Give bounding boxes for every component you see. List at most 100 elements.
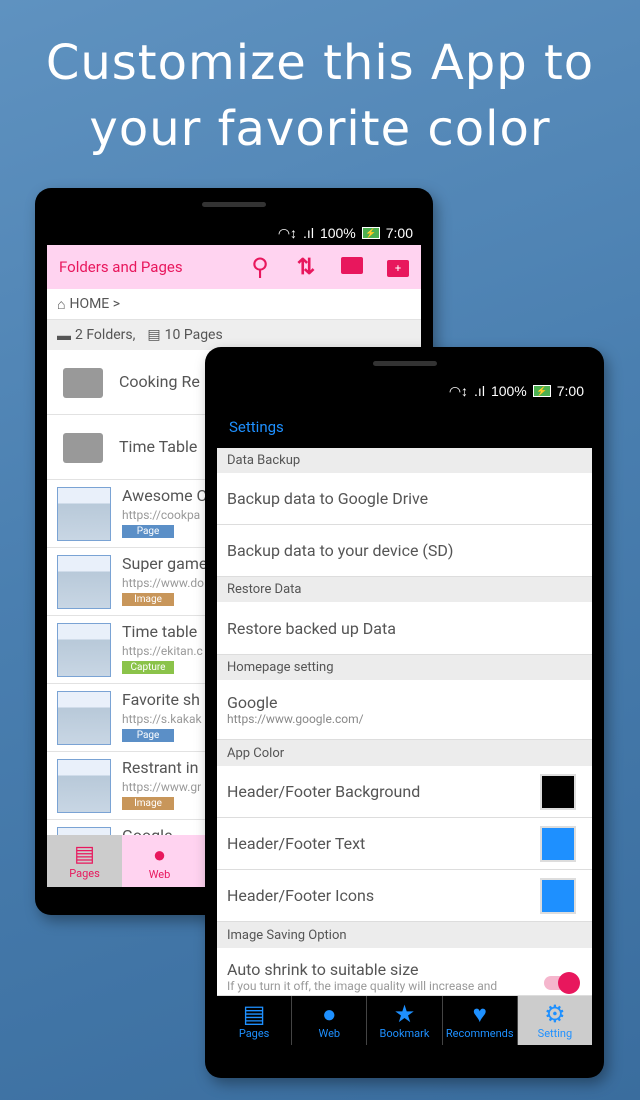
page-url: https://cookpa — [122, 508, 201, 522]
item-label: Backup data to your device (SD) — [227, 541, 454, 560]
nav-pages[interactable]: ▤ Pages — [217, 996, 293, 1045]
nav-label: Bookmark — [379, 1027, 430, 1040]
folder-icon — [63, 368, 103, 398]
nav-web[interactable]: ● Web — [122, 835, 197, 887]
battery-icon: ⚡ — [361, 227, 380, 239]
nav-web[interactable]: ● Web — [292, 996, 368, 1045]
page-title: Awesome C — [122, 486, 207, 505]
status-bar: ◠↕ .ıl 100% ⚡ 7:00 — [217, 378, 592, 404]
page-count: 10 Pages — [164, 327, 223, 343]
pages-icon: ▤ — [242, 1000, 266, 1028]
page-url: https://s.kakak — [122, 712, 202, 726]
screen-settings: ◠↕ .ıl 100% ⚡ 7:00 Settings Data Backup … — [217, 378, 592, 1045]
battery-percent: 100% — [490, 383, 527, 399]
page-thumbnail — [57, 691, 111, 745]
nav-pages[interactable]: ▤ Pages — [47, 835, 122, 887]
sort-icon[interactable]: ⇅ — [283, 255, 329, 280]
auto-shrink-setting[interactable]: Auto shrink to suitable size If you turn… — [217, 948, 592, 996]
nav-setting[interactable]: ⚙ Setting — [517, 996, 592, 1045]
item-label: Header/Footer Icons — [227, 886, 375, 905]
section-homepage: Homepage setting — [217, 655, 592, 680]
color-swatch[interactable] — [540, 773, 576, 810]
breadcrumb-text: HOME > — [69, 296, 121, 312]
header-footer-icons[interactable]: Header/Footer Icons — [217, 870, 592, 922]
nav-recommends[interactable]: ♥ Recommends — [443, 996, 518, 1045]
section-restore: Restore Data — [217, 577, 592, 602]
page-url: https://www.gr — [122, 780, 202, 794]
battery-icon: ⚡ — [532, 385, 551, 397]
page-thumbnail — [57, 623, 111, 677]
color-swatch[interactable] — [540, 877, 576, 914]
header-title: Folders and Pages — [59, 258, 183, 276]
nav-label: Web — [148, 867, 171, 881]
nav-label: Setting — [537, 1027, 573, 1040]
globe-icon: ● — [152, 842, 167, 868]
speaker — [202, 202, 266, 207]
search-icon[interactable]: ⚲ — [237, 253, 283, 281]
color-swatch[interactable] — [540, 825, 576, 862]
page-type-tag: Image — [122, 797, 174, 810]
page-title: Super game — [122, 554, 208, 573]
home-icon: ⌂ — [57, 296, 66, 313]
page-type-tag: Page — [122, 525, 174, 538]
header-footer-text[interactable]: Header/Footer Text — [217, 818, 592, 870]
page-title: Restrant in — [122, 758, 199, 777]
pages-icon: ▤ — [74, 842, 95, 867]
folder-count: 2 Folders, — [75, 327, 136, 343]
page-thumbnail — [57, 487, 111, 541]
nav-label: Pages — [238, 1027, 270, 1040]
headline-line1: Customize this App to — [45, 35, 595, 91]
folder-list-icon[interactable] — [329, 256, 375, 278]
battery-percent: 100% — [319, 225, 356, 241]
auto-shrink-toggle[interactable] — [544, 972, 580, 994]
headline-line2: your favorite color — [89, 101, 551, 157]
item-label: Header/Footer Text — [227, 834, 366, 853]
folder-add-icon[interactable]: + — [375, 257, 421, 277]
speaker — [372, 361, 437, 366]
folder-name: Time Table — [119, 437, 198, 456]
section-data-backup: Data Backup — [217, 448, 592, 473]
nav-label: Pages — [69, 867, 100, 880]
page-type-tag: Image — [122, 593, 174, 606]
clock: 7:00 — [385, 225, 413, 241]
backup-google-drive[interactable]: Backup data to Google Drive — [217, 473, 592, 525]
item-label: Restore backed up Data — [227, 618, 396, 638]
restore-data[interactable]: Restore backed up Data — [217, 602, 592, 655]
homepage-setting[interactable]: Google https://www.google.com/ — [217, 680, 592, 740]
heart-icon: ♥ — [472, 1000, 487, 1028]
breadcrumb[interactable]: ⌂ HOME > — [47, 289, 421, 320]
wifi-icon: ◠↕ — [277, 224, 298, 241]
homepage-url: https://www.google.com/ — [227, 712, 364, 726]
nav-label: Web — [318, 1027, 341, 1040]
nav-label: Recommends — [445, 1027, 514, 1040]
page-title: Favorite sh — [122, 690, 200, 709]
signal-icon: .ıl — [303, 225, 314, 241]
section-image-saving: Image Saving Option — [217, 922, 592, 948]
page-thumbnail — [57, 555, 111, 609]
item-label: Backup data to Google Drive — [227, 489, 429, 508]
header-title: Settings — [229, 417, 284, 436]
signal-icon: .ıl — [474, 383, 485, 399]
nav-bookmark[interactable]: ★ Bookmark — [367, 996, 443, 1045]
folder-icon: ▬ — [57, 327, 71, 344]
globe-icon: ● — [322, 1000, 337, 1028]
page-icon: ▤ — [147, 327, 161, 343]
section-app-color: App Color — [217, 740, 592, 766]
status-bar: ◠↕ .ıl 100% ⚡ 7:00 — [47, 220, 421, 246]
folder-name: Cooking Re — [119, 372, 200, 391]
page-url: https://www.do — [122, 576, 204, 590]
clock: 7:00 — [556, 383, 584, 399]
page-title: Time table — [122, 622, 198, 641]
item-description: If you turn it off, the image quality wi… — [227, 979, 498, 993]
star-icon: ★ — [393, 1000, 416, 1028]
page-type-tag: Capture — [122, 661, 174, 674]
header-footer-background[interactable]: Header/Footer Background — [217, 766, 592, 818]
page-type-tag: Page — [122, 729, 174, 742]
item-label: Auto shrink to suitable size — [227, 960, 419, 979]
app-header: Folders and Pages ⚲ ⇅ + — [47, 245, 421, 289]
headline: Customize this App to your favorite colo… — [0, 30, 640, 162]
item-label: Header/Footer Background — [227, 782, 421, 801]
settings-header: Settings — [217, 405, 592, 448]
counts-bar: ▬ 2 Folders, ▤ 10 Pages — [47, 320, 421, 350]
backup-device[interactable]: Backup data to your device (SD) — [217, 525, 592, 577]
